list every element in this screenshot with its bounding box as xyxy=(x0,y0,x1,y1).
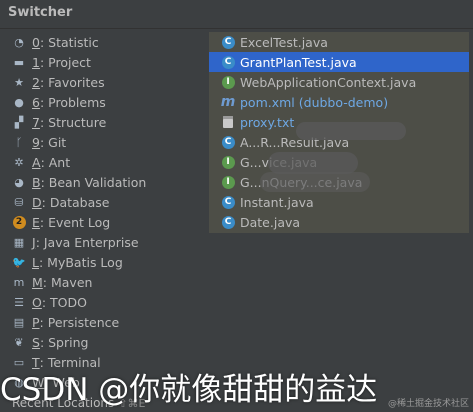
maven-file-icon: m xyxy=(220,94,236,110)
tool-window-mnemonic: A xyxy=(32,154,41,170)
maven-icon: m xyxy=(13,275,25,289)
tool-window-label: : Bean Validation xyxy=(40,174,147,190)
tool-window-mnemonic: B xyxy=(32,174,41,190)
tool-window-item[interactable]: ☰ O: TODO xyxy=(0,292,200,312)
tool-window-item[interactable]: ★ 2: Favorites xyxy=(0,72,200,92)
tool-window-label: : Structure xyxy=(39,114,107,130)
tool-window-mnemonic: 1 xyxy=(32,54,40,70)
structure-icon: ▞ xyxy=(14,115,24,129)
tool-window-mnemonic: 7 xyxy=(32,114,40,130)
recent-file-item[interactable]: C ExcelTest.java xyxy=(209,32,469,52)
title-separator xyxy=(0,28,473,29)
recent-file-name: pom.xml (dubbo-demo) xyxy=(240,94,389,110)
tool-window-mnemonic: P xyxy=(32,314,40,330)
tool-window-item[interactable]: ◔ 0: Statistic xyxy=(0,32,200,52)
java-interface-icon: I xyxy=(221,175,235,189)
tool-window-label: : Statistic xyxy=(39,34,99,50)
java-class-icon: C xyxy=(221,195,235,209)
event-log-icon: 2 xyxy=(12,215,26,229)
tool-window-label: : TODO xyxy=(41,294,87,310)
bean-validation-icon: ◕ xyxy=(14,175,24,189)
tool-window-item[interactable]: ▞ 7: Structure xyxy=(0,112,200,132)
tool-window-label: : Ant xyxy=(40,154,71,170)
juejin-watermark: @稀土掘金技术社区 xyxy=(388,399,470,409)
recent-file-name: proxy.txt xyxy=(240,114,295,130)
recent-file-name: ExcelTest.java xyxy=(240,34,328,50)
redaction-blur xyxy=(296,122,406,140)
recent-file-item[interactable]: m pom.xml (dubbo-demo) xyxy=(209,92,469,112)
tool-window-item[interactable]: ❦ S: Spring xyxy=(0,332,200,352)
tool-window-item[interactable]: ✲ A: Ant xyxy=(0,152,200,172)
tool-window-mnemonic: L xyxy=(32,254,39,270)
mybatis-log-icon: 🐦 xyxy=(12,255,26,269)
tool-window-item[interactable]: ◕ B: Bean Validation xyxy=(0,172,200,192)
tool-window-label: : Event Log xyxy=(39,214,111,230)
tool-window-mnemonic: 0 xyxy=(32,34,40,50)
recent-file-name: GrantPlanTest.java xyxy=(240,54,357,70)
database-icon: ⛁ xyxy=(14,195,24,209)
tool-window-mnemonic: 6 xyxy=(32,94,40,110)
favorites-icon: ★ xyxy=(14,75,24,89)
tool-window-mnemonic: 2 xyxy=(32,74,40,90)
tool-window-mnemonic: 9 xyxy=(32,134,40,150)
persistence-icon: ▤ xyxy=(13,315,25,329)
recent-file-item[interactable]: C Instant.java xyxy=(209,192,469,212)
tool-window-item[interactable]: ▬ 1: Project xyxy=(0,52,200,72)
notification-count-badge: 2 xyxy=(12,215,26,229)
tool-window-mnemonic: O xyxy=(32,294,42,310)
recent-file-name: Date.java xyxy=(240,214,301,230)
tool-window-item[interactable]: ᚴ9: Git xyxy=(0,132,200,152)
csdn-watermark: CSDN @你就像甜甜的益达 xyxy=(0,372,378,408)
redaction-blur xyxy=(260,172,370,192)
project-icon: ▬ xyxy=(13,55,25,69)
tool-window-label: : Database xyxy=(41,194,110,210)
recent-file-name: WebApplicationContext.java xyxy=(240,74,417,90)
java-class-icon: C xyxy=(221,135,235,149)
tool-window-item[interactable]: ▤ P: Persistence xyxy=(0,312,200,332)
git-icon: ᚴ xyxy=(15,135,23,149)
recent-file-name: Instant.java xyxy=(240,194,314,210)
tool-window-label: : Problems xyxy=(39,94,106,110)
tool-window-item[interactable]: ⛁ D: Database xyxy=(0,192,200,212)
tool-window-label: : MyBatis Log xyxy=(38,254,123,270)
tool-window-mnemonic: D xyxy=(32,194,42,210)
java-class-icon: C xyxy=(221,35,235,49)
recent-file-item[interactable]: C Date.java xyxy=(209,212,469,232)
text-file-icon xyxy=(221,115,235,129)
spring-icon: ❦ xyxy=(14,335,24,349)
tool-window-list: ◔ 0: Statistic ▬ 1: Project ★ 2: Favorites ● 6:… xyxy=(0,32,200,392)
todo-icon: ☰ xyxy=(14,295,24,309)
tool-window-mnemonic: S xyxy=(32,334,40,350)
tool-window-item[interactable]: 🐦 L: MyBatis Log xyxy=(0,252,200,272)
statistic-icon: ◔ xyxy=(14,35,24,49)
tool-window-label: : Java Enterprise xyxy=(35,234,139,250)
tool-window-label: : Persistence xyxy=(39,314,120,330)
java-enterprise-icon: ▦ xyxy=(13,235,25,249)
tool-window-item[interactable]: ● 6: Problems xyxy=(0,92,200,112)
tool-window-label: : Git xyxy=(39,134,67,150)
tool-window-label: : Maven xyxy=(42,274,93,290)
problems-icon: ● xyxy=(14,95,24,109)
redaction-blur xyxy=(268,152,358,174)
tool-window-item[interactable]: 2E: Event Log xyxy=(0,212,200,232)
recent-file-item[interactable]: C GrantPlanTest.java xyxy=(209,52,469,72)
tool-window-item[interactable]: mM: Maven xyxy=(0,272,200,292)
recent-file-item[interactable]: I WebApplicationContext.java xyxy=(209,72,469,92)
java-interface-icon: I xyxy=(221,155,235,169)
ant-icon: ✲ xyxy=(14,155,24,169)
tool-window-label: : Project xyxy=(39,54,91,70)
java-class-icon: C xyxy=(221,55,235,69)
tool-window-label: : Spring xyxy=(39,334,89,350)
tool-window-item[interactable]: ▦ J: Java Enterprise xyxy=(0,232,200,252)
tool-window-mnemonic: M xyxy=(32,274,43,290)
java-interface-icon: I xyxy=(221,75,235,89)
switcher-title: Switcher xyxy=(8,5,73,20)
tool-window-mnemonic: E xyxy=(32,214,40,230)
tool-window-label: : Favorites xyxy=(39,74,105,90)
java-class-icon: C xyxy=(221,215,235,229)
